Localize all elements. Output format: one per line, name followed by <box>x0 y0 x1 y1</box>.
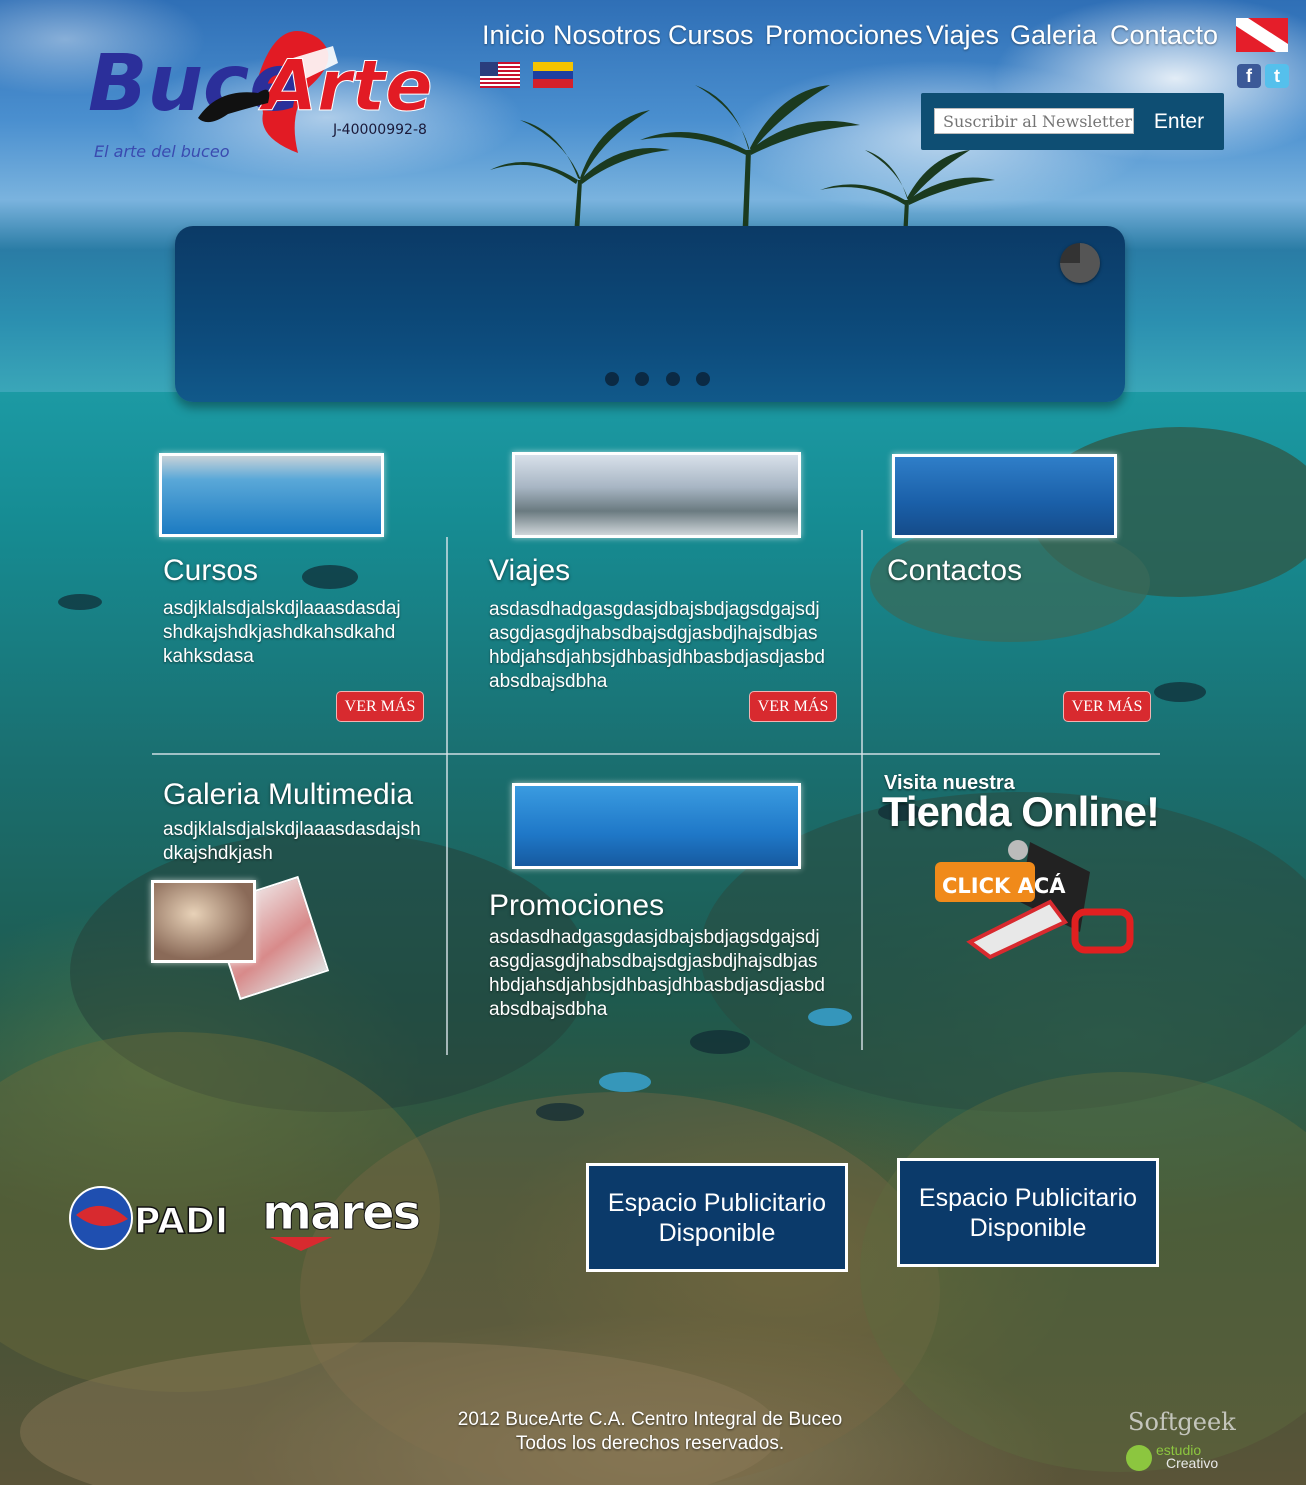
slider-dot[interactable] <box>696 372 710 386</box>
slider-dot[interactable] <box>605 372 619 386</box>
cursos-title: Cursos <box>163 554 259 587</box>
promociones-photo[interactable] <box>512 783 801 869</box>
viajes-title: Viajes <box>489 554 571 587</box>
contactos-photo[interactable] <box>892 454 1117 538</box>
tienda-click-aca-banner[interactable]: CLICK ACÁ <box>930 832 1140 962</box>
venezuela-flag-icon[interactable] <box>533 62 573 88</box>
divider-line <box>861 530 863 1050</box>
footer-line1: 2012 BuceArte C.A. Centro Integral de Bu… <box>457 1409 843 1430</box>
viajes-text: asdasdhadgasgdasjdbajsbdjagsdgajsdjasgdj… <box>489 599 825 692</box>
newsletter-box: Enter <box>921 93 1224 150</box>
ad-line1: Espacio Publicitario <box>918 1183 1138 1212</box>
nav-nosotros[interactable]: Nosotros <box>553 20 661 51</box>
slider-timer-icon[interactable] <box>1060 243 1100 283</box>
contactos-ver-mas-button[interactable]: VER MÁS <box>1063 691 1151 722</box>
tienda-cta: CLICK ACÁ <box>942 873 1066 898</box>
buce-arte-logo[interactable]: Buce Arte J-40000992-8 El arte del buceo <box>88 18 458 168</box>
slider-dot[interactable] <box>635 372 649 386</box>
logo-slogan: El arte del buceo <box>94 142 230 161</box>
galeria-photo[interactable] <box>151 880 256 963</box>
contactos-title: Contactos <box>887 554 1023 587</box>
cursos-text: asdjklalsdjalskdjlaaasdasdajshdkajshdkja… <box>163 598 401 667</box>
nav-viajes[interactable]: Viajes <box>926 20 999 51</box>
viajes-photo[interactable] <box>512 452 801 538</box>
nav-galeria[interactable]: Galeria <box>1010 20 1097 51</box>
nav-inicio[interactable]: Inicio <box>482 20 545 51</box>
softgeek-logo[interactable]: Softgeek <box>1128 1408 1236 1436</box>
us-flag-icon[interactable] <box>480 62 520 88</box>
promociones-text: asdasdhadgasgdasjdbajsbdjagsdgajsdjasgdj… <box>489 927 825 1020</box>
ad-line2: Disponible <box>658 1218 776 1247</box>
divider-line <box>446 537 448 1055</box>
cursos-ver-mas-button[interactable]: VER MÁS <box>336 691 424 722</box>
nav-cursos[interactable]: Cursos <box>668 20 754 51</box>
tienda-title[interactable]: Tienda Online! <box>882 788 1160 836</box>
hero-slider <box>175 226 1125 402</box>
nav-promociones[interactable]: Promociones <box>765 20 923 51</box>
viajes-ver-mas-button[interactable]: VER MÁS <box>749 691 837 722</box>
creativo-label[interactable]: Creativo <box>1166 1456 1218 1470</box>
slider-dot[interactable] <box>666 372 680 386</box>
twitter-icon[interactable]: t <box>1265 64 1289 88</box>
ad-space-1[interactable]: Espacio Publicitario Disponible <box>586 1163 848 1272</box>
dive-flag-icon[interactable] <box>1236 18 1288 52</box>
logo-rif: J-40000992-8 <box>332 122 427 138</box>
padi-logo[interactable]: PADI <box>68 1185 238 1251</box>
divider-line <box>152 753 1160 755</box>
footer: 2012 BuceArte C.A. Centro Integral de Bu… <box>420 1408 880 1456</box>
mares-logo[interactable]: mares <box>262 1185 472 1251</box>
estudio-creativo-icon <box>1126 1445 1152 1471</box>
nav-contacto[interactable]: Contacto <box>1110 20 1218 51</box>
ad-line1: Espacio Publicitario <box>607 1188 827 1217</box>
galeria-title: Galeria Multimedia <box>163 778 414 811</box>
page-background: Buce Arte J-40000992-8 El arte del buceo… <box>0 0 1306 1485</box>
facebook-icon[interactable]: f <box>1237 64 1261 88</box>
footer-line2: Todos los derechos reservados. <box>515 1433 785 1454</box>
mares-text: mares <box>262 1185 420 1241</box>
galeria-text: asdjklalsdjalskdjlaaasdasdajshdkajshdkja… <box>163 819 421 864</box>
newsletter-enter-button[interactable]: Enter <box>1143 107 1215 137</box>
newsletter-input[interactable] <box>934 108 1134 134</box>
ad-line2: Disponible <box>969 1213 1087 1242</box>
padi-text: PADI <box>134 1201 228 1242</box>
promociones-title: Promociones <box>489 889 665 922</box>
ad-space-2[interactable]: Espacio Publicitario Disponible <box>897 1158 1159 1267</box>
logo-word-arte: Arte <box>258 45 433 127</box>
cursos-photo[interactable] <box>159 453 384 537</box>
